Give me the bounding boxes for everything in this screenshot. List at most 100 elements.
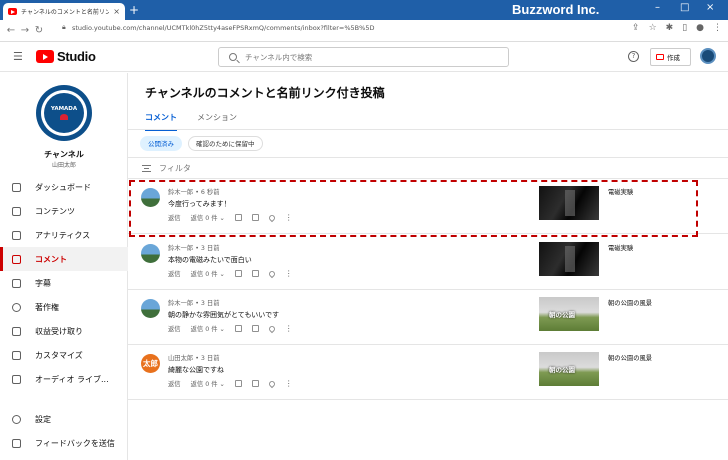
heart-icon[interactable] bbox=[267, 379, 277, 388]
search-input[interactable]: チャンネル内で検索 bbox=[218, 47, 509, 67]
window-close-icon[interactable]: × bbox=[706, 2, 714, 13]
like-icon[interactable] bbox=[234, 270, 242, 277]
more-options-icon[interactable]: ⋮ bbox=[285, 324, 293, 333]
monetization-icon bbox=[12, 326, 21, 336]
profile-icon[interactable]: ● bbox=[696, 23, 704, 33]
sidebar-item-audio-library[interactable]: オーディオ ライブ... bbox=[0, 367, 128, 391]
video-title[interactable]: 朝の公園の風景 bbox=[608, 298, 652, 307]
search-placeholder: チャンネル内で検索 bbox=[245, 52, 313, 62]
sidebar-item-copyright[interactable]: 著作権 bbox=[0, 295, 128, 319]
sidebar-item-label: フィードバックを送信 bbox=[35, 438, 115, 448]
video-title[interactable]: 朝の公園の風景 bbox=[608, 353, 652, 362]
create-button[interactable]: 作成 bbox=[650, 48, 691, 66]
search-icon bbox=[229, 53, 237, 61]
sidebar-item-label: アナリティクス bbox=[35, 230, 91, 240]
channel-name: チャンネル bbox=[44, 150, 84, 159]
forward-icon[interactable]: → bbox=[18, 25, 32, 36]
browser-tab[interactable]: チャンネルのコメントと名前リンク付きさ × bbox=[3, 3, 125, 20]
dislike-icon[interactable] bbox=[251, 270, 259, 277]
status-chips: 公開済み 確認のために保留中 bbox=[140, 136, 263, 151]
video-title[interactable]: 電磁実験 bbox=[608, 243, 633, 252]
comment-row: 太郎 山田太郎 • 3 日前 綺麗な公園ですね 返信 返信 0 件 ⌄ ⋮ 朝の… bbox=[128, 346, 728, 400]
channel-avatar[interactable]: YAMADA bbox=[36, 85, 92, 141]
minimize-icon[interactable]: – bbox=[655, 2, 660, 13]
reply-button[interactable]: 返信 bbox=[168, 379, 181, 388]
sidebar-item-label: 著作権 bbox=[35, 302, 59, 312]
heart-icon[interactable] bbox=[267, 269, 277, 278]
divider bbox=[128, 129, 728, 130]
chevron-down-icon: ⌄ bbox=[219, 326, 225, 333]
like-icon[interactable] bbox=[234, 380, 242, 387]
chip-held-for-review[interactable]: 確認のために保留中 bbox=[188, 136, 263, 151]
browser-titlebar: チャンネルのコメントと名前リンク付きさ × + Buzzword Inc. – … bbox=[0, 0, 728, 20]
video-thumbnail[interactable]: 朝の公園 bbox=[539, 297, 599, 331]
reply-button[interactable]: 返信 bbox=[168, 269, 181, 278]
thumbnail-caption: 朝の公園 bbox=[549, 366, 575, 374]
sidebar-item-analytics[interactable]: アナリティクス bbox=[0, 223, 128, 247]
commenter-avatar[interactable] bbox=[141, 299, 160, 318]
browser-menu-icon[interactable]: ⋮ bbox=[713, 23, 722, 33]
sidebar-bottom: 設定 フィードバックを送信 bbox=[0, 407, 128, 455]
comment-meta: 山田太郎 • 3 日前 bbox=[168, 355, 220, 362]
replies-dropdown[interactable]: 返信 0 件 ⌄ bbox=[191, 379, 225, 388]
comment-meta: 鈴木一郎 • 3 日前 bbox=[168, 245, 220, 252]
sidebar-item-settings[interactable]: 設定 bbox=[0, 407, 128, 431]
comment-meta: 鈴木一郎 • 3 日前 bbox=[168, 300, 220, 307]
sidebar-item-subtitles[interactable]: 字幕 bbox=[0, 271, 128, 295]
close-icon[interactable]: × bbox=[113, 7, 120, 16]
hamburger-menu-icon[interactable]: ☰ bbox=[13, 50, 23, 63]
audio-library-icon bbox=[12, 374, 21, 384]
content-icon bbox=[12, 206, 21, 216]
comment-text: 朝の静かな雰囲気がとてもいいです bbox=[168, 311, 280, 319]
bookmark-star-icon[interactable]: ☆ bbox=[649, 23, 657, 33]
address-bar: ← → ↻ 🔒︎ studio.youtube.com/channel/UCMT… bbox=[0, 20, 728, 42]
like-icon[interactable] bbox=[234, 325, 242, 332]
analytics-icon bbox=[12, 230, 21, 240]
filter-bar[interactable]: フィルタ bbox=[128, 157, 728, 179]
sidebar-item-label: オーディオ ライブ... bbox=[35, 374, 109, 384]
more-options-icon[interactable]: ⋮ bbox=[285, 379, 293, 388]
logo-text: Studio bbox=[57, 49, 96, 64]
sidebar-item-label: コメント bbox=[35, 254, 67, 264]
video-thumbnail[interactable] bbox=[539, 242, 599, 276]
sidebar-item-content[interactable]: コンテンツ bbox=[0, 199, 128, 223]
sidepanel-icon[interactable]: ▯ bbox=[682, 23, 687, 33]
sidebar-item-earn[interactable]: 収益受け取り bbox=[0, 319, 128, 343]
feedback-icon bbox=[12, 438, 21, 448]
sidebar-item-dashboard[interactable]: ダッシュボード bbox=[0, 175, 128, 199]
extensions-icon[interactable]: ✱ bbox=[666, 23, 674, 33]
studio-logo[interactable]: Studio bbox=[36, 49, 96, 64]
dislike-icon[interactable] bbox=[251, 325, 259, 332]
create-label: 作成 bbox=[667, 54, 680, 62]
commenter-avatar[interactable] bbox=[141, 244, 160, 263]
comment-row: 鈴木一郎 • 3 日前 本物の電磁みたいで面白い 返信 返信 0 件 ⌄ ⋮ 電… bbox=[128, 236, 728, 290]
lock-icon: 🔒︎ bbox=[62, 23, 66, 31]
magic-wand-icon bbox=[12, 350, 21, 360]
sidebar-item-customization[interactable]: カスタマイズ bbox=[0, 343, 128, 367]
maximize-icon[interactable]: □ bbox=[680, 2, 689, 13]
help-icon[interactable]: ? bbox=[628, 51, 639, 62]
more-options-icon[interactable]: ⋮ bbox=[285, 269, 293, 278]
dislike-icon[interactable] bbox=[251, 380, 259, 387]
new-tab-button[interactable]: + bbox=[129, 3, 139, 17]
replies-dropdown[interactable]: 返信 0 件 ⌄ bbox=[191, 324, 225, 333]
heart-icon[interactable] bbox=[267, 324, 277, 333]
reload-icon[interactable]: ↻ bbox=[32, 25, 46, 36]
sidebar-item-comments[interactable]: コメント bbox=[0, 247, 128, 271]
reply-button[interactable]: 返信 bbox=[168, 324, 181, 333]
back-icon[interactable]: ← bbox=[4, 25, 18, 36]
sidebar-item-feedback[interactable]: フィードバックを送信 bbox=[0, 431, 128, 455]
video-thumbnail[interactable]: 朝の公園 bbox=[539, 352, 599, 386]
chip-published[interactable]: 公開済み bbox=[140, 136, 182, 151]
comments-icon bbox=[12, 254, 21, 264]
replies-label: 返信 0 件 bbox=[190, 326, 218, 333]
channel-owner: 山田太郎 bbox=[51, 162, 76, 169]
commenter-avatar[interactable]: 太郎 bbox=[141, 354, 160, 373]
replies-dropdown[interactable]: 返信 0 件 ⌄ bbox=[191, 269, 225, 278]
url-field[interactable]: studio.youtube.com/channel/UCMTkl0hZ5tty… bbox=[72, 24, 374, 32]
thumbnail-caption: 朝の公園 bbox=[549, 311, 575, 319]
youtube-logo-icon bbox=[36, 50, 54, 63]
share-icon[interactable]: ⇪ bbox=[632, 23, 640, 33]
account-avatar[interactable] bbox=[700, 48, 716, 64]
video-camera-icon bbox=[656, 54, 664, 60]
